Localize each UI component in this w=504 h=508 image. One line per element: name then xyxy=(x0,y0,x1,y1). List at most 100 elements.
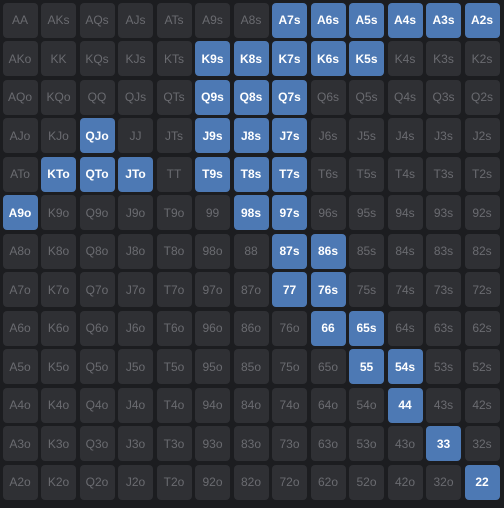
hand-cell-aqo[interactable]: AQo xyxy=(2,79,38,115)
hand-cell-k5s[interactable]: K5s xyxy=(349,41,384,76)
hand-cell-33[interactable]: 33 xyxy=(426,426,461,461)
hand-cell-42o[interactable]: 42o xyxy=(387,464,423,500)
hand-cell-97o[interactable]: 97o xyxy=(195,272,230,307)
hand-cell-a3o[interactable]: A3o xyxy=(2,426,38,461)
hand-cell-j7s[interactable]: J7s xyxy=(272,118,307,153)
hand-cell-q4o[interactable]: Q4o xyxy=(79,387,115,423)
hand-cell-t9s[interactable]: T9s xyxy=(195,156,230,192)
hand-cell-q7o[interactable]: Q7o xyxy=(79,272,115,307)
hand-cell-k6s[interactable]: K6s xyxy=(310,41,346,76)
hand-cell-74o[interactable]: 74o xyxy=(272,387,307,423)
hand-cell-a6s[interactable]: A6s xyxy=(310,2,346,38)
hand-cell-q3o[interactable]: Q3o xyxy=(79,426,115,461)
hand-cell-tt[interactable]: TT xyxy=(156,156,192,192)
hand-cell-k7s[interactable]: K7s xyxy=(272,41,307,76)
hand-cell-65s[interactable]: 65s xyxy=(349,310,384,346)
hand-cell-q3s[interactable]: Q3s xyxy=(426,79,461,115)
hand-cell-kts[interactable]: KTs xyxy=(156,41,192,76)
hand-cell-96s[interactable]: 96s xyxy=(310,195,346,230)
hand-cell-a2s[interactable]: A2s xyxy=(464,2,500,38)
hand-cell-98s[interactable]: 98s xyxy=(233,195,269,230)
hand-cell-a5s[interactable]: A5s xyxy=(349,2,384,38)
hand-cell-82o[interactable]: 82o xyxy=(233,464,269,500)
hand-cell-kjo[interactable]: KJo xyxy=(41,118,76,153)
hand-cell-95s[interactable]: 95s xyxy=(349,195,384,230)
hand-cell-j9s[interactable]: J9s xyxy=(195,118,230,153)
hand-cell-jto[interactable]: JTo xyxy=(118,156,153,192)
hand-cell-92o[interactable]: 92o xyxy=(195,464,230,500)
hand-cell-aqs[interactable]: AQs xyxy=(79,2,115,38)
hand-cell-k2s[interactable]: K2s xyxy=(464,41,500,76)
hand-cell-j5s[interactable]: J5s xyxy=(349,118,384,153)
hand-cell-42s[interactable]: 42s xyxy=(464,387,500,423)
hand-cell-ato[interactable]: ATo xyxy=(2,156,38,192)
hand-cell-k5o[interactable]: K5o xyxy=(41,349,76,384)
hand-cell-77[interactable]: 77 xyxy=(272,272,307,307)
hand-cell-q5s[interactable]: Q5s xyxy=(349,79,384,115)
hand-cell-83s[interactable]: 83s xyxy=(426,233,461,269)
hand-cell-j3o[interactable]: J3o xyxy=(118,426,153,461)
hand-cell-j4o[interactable]: J4o xyxy=(118,387,153,423)
hand-cell-93o[interactable]: 93o xyxy=(195,426,230,461)
hand-cell-99[interactable]: 99 xyxy=(195,195,230,230)
hand-cell-q9s[interactable]: Q9s xyxy=(195,79,230,115)
hand-cell-92s[interactable]: 92s xyxy=(464,195,500,230)
hand-cell-82s[interactable]: 82s xyxy=(464,233,500,269)
hand-cell-t9o[interactable]: T9o xyxy=(156,195,192,230)
hand-cell-t4s[interactable]: T4s xyxy=(387,156,423,192)
hand-cell-65o[interactable]: 65o xyxy=(310,349,346,384)
hand-cell-q8s[interactable]: Q8s xyxy=(233,79,269,115)
hand-cell-t8s[interactable]: T8s xyxy=(233,156,269,192)
hand-cell-t8o[interactable]: T8o xyxy=(156,233,192,269)
hand-cell-83o[interactable]: 83o xyxy=(233,426,269,461)
hand-cell-jts[interactable]: JTs xyxy=(156,118,192,153)
hand-cell-k4s[interactable]: K4s xyxy=(387,41,423,76)
hand-cell-22[interactable]: 22 xyxy=(464,464,500,500)
hand-cell-63s[interactable]: 63s xyxy=(426,310,461,346)
hand-cell-q9o[interactable]: Q9o xyxy=(79,195,115,230)
hand-cell-a4o[interactable]: A4o xyxy=(2,387,38,423)
hand-cell-t7s[interactable]: T7s xyxy=(272,156,307,192)
hand-cell-t4o[interactable]: T4o xyxy=(156,387,192,423)
hand-cell-73o[interactable]: 73o xyxy=(272,426,307,461)
hand-cell-a7o[interactable]: A7o xyxy=(2,272,38,307)
hand-cell-j4s[interactable]: J4s xyxy=(387,118,423,153)
hand-cell-74s[interactable]: 74s xyxy=(387,272,423,307)
hand-cell-t2s[interactable]: T2s xyxy=(464,156,500,192)
hand-cell-q4s[interactable]: Q4s xyxy=(387,79,423,115)
hand-cell-97s[interactable]: 97s xyxy=(272,195,307,230)
hand-cell-jj[interactable]: JJ xyxy=(118,118,153,153)
hand-cell-t5s[interactable]: T5s xyxy=(349,156,384,192)
hand-cell-ats[interactable]: ATs xyxy=(156,2,192,38)
hand-cell-q5o[interactable]: Q5o xyxy=(79,349,115,384)
hand-cell-qts[interactable]: QTs xyxy=(156,79,192,115)
hand-cell-kjs[interactable]: KJs xyxy=(118,41,153,76)
hand-cell-43o[interactable]: 43o xyxy=(387,426,423,461)
hand-cell-j6s[interactable]: J6s xyxy=(310,118,346,153)
hand-cell-j2o[interactable]: J2o xyxy=(118,464,153,500)
hand-cell-76o[interactable]: 76o xyxy=(272,310,307,346)
hand-cell-q7s[interactable]: Q7s xyxy=(272,79,307,115)
hand-cell-k4o[interactable]: K4o xyxy=(41,387,76,423)
hand-cell-66[interactable]: 66 xyxy=(310,310,346,346)
hand-cell-43s[interactable]: 43s xyxy=(426,387,461,423)
hand-cell-kqs[interactable]: KQs xyxy=(79,41,115,76)
hand-cell-32s[interactable]: 32s xyxy=(464,426,500,461)
hand-cell-t3s[interactable]: T3s xyxy=(426,156,461,192)
hand-cell-75s[interactable]: 75s xyxy=(349,272,384,307)
hand-cell-ajs[interactable]: AJs xyxy=(118,2,153,38)
hand-cell-j7o[interactable]: J7o xyxy=(118,272,153,307)
hand-cell-q6o[interactable]: Q6o xyxy=(79,310,115,346)
hand-cell-j5o[interactable]: J5o xyxy=(118,349,153,384)
hand-cell-kk[interactable]: KK xyxy=(41,41,76,76)
hand-cell-87o[interactable]: 87o xyxy=(233,272,269,307)
hand-cell-76s[interactable]: 76s xyxy=(310,272,346,307)
hand-cell-96o[interactable]: 96o xyxy=(195,310,230,346)
hand-cell-98o[interactable]: 98o xyxy=(195,233,230,269)
hand-cell-64s[interactable]: 64s xyxy=(387,310,423,346)
hand-cell-k9s[interactable]: K9s xyxy=(195,41,230,76)
hand-cell-aks[interactable]: AKs xyxy=(41,2,76,38)
hand-cell-t2o[interactable]: T2o xyxy=(156,464,192,500)
hand-cell-qjs[interactable]: QJs xyxy=(118,79,153,115)
hand-cell-52o[interactable]: 52o xyxy=(349,464,384,500)
